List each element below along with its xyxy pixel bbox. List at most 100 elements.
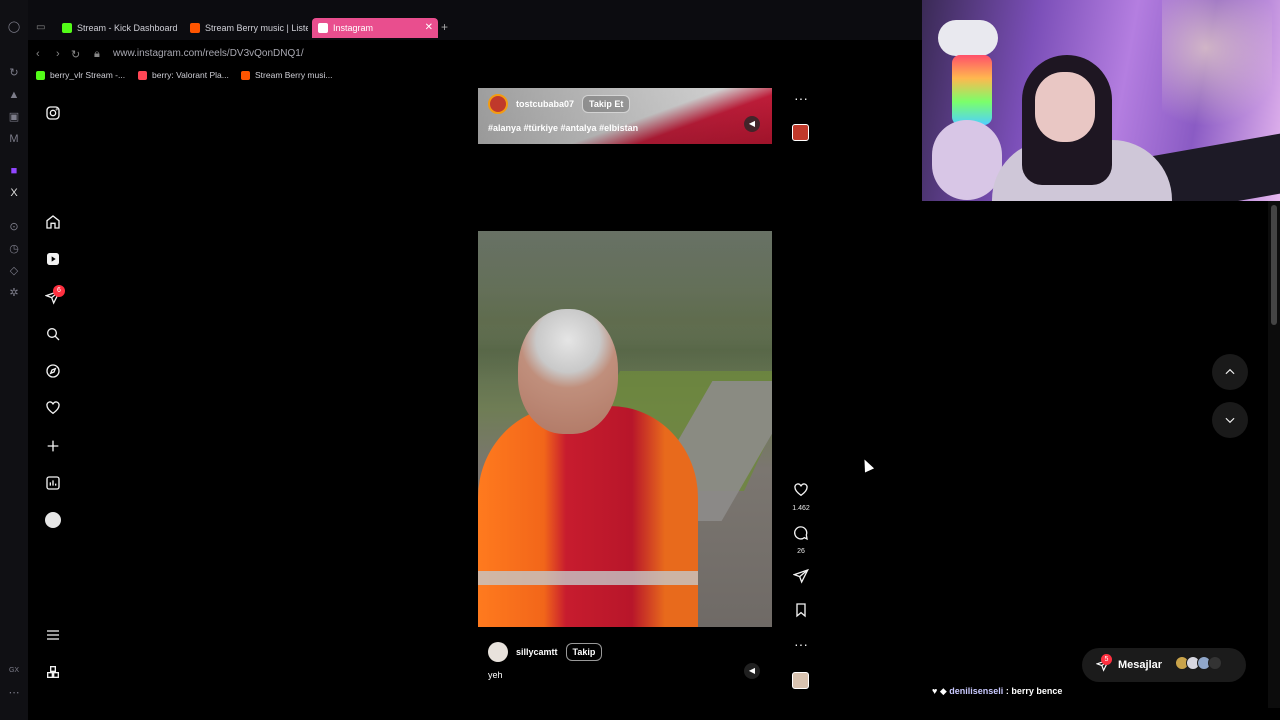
reel-current[interactable]: sillycamtt Takip yeh ◀ [478, 166, 772, 692]
tab-overview-icon[interactable]: ▭ [36, 22, 45, 33]
browser-sidebar: ◯ ↻ ▲ ▣ M ■ X ⊙ ◷ ◇ ✲ GX ⋯ [0, 0, 28, 720]
extension-icon[interactable]: ▲ [7, 88, 21, 102]
audio-thumbnail[interactable] [792, 672, 809, 689]
kick-icon [62, 23, 72, 33]
opera-logo-icon[interactable]: ◯ [7, 20, 21, 34]
chat-username: denilisenseli [949, 686, 1004, 696]
follow-button[interactable]: Takip Et [582, 95, 631, 113]
webcam-overlay [922, 0, 1280, 201]
more-dots-icon[interactable]: ⋯ [7, 686, 21, 700]
lamp-head [938, 20, 998, 56]
more-options-icon[interactable]: ··· [788, 636, 814, 654]
tab-label: Stream - Kick Dashboard [77, 23, 178, 33]
messages-label: Mesajlar [1118, 659, 1163, 671]
chevron-down-icon [1225, 417, 1235, 424]
more-options-icon[interactable]: ··· [788, 90, 814, 108]
profile-avatar[interactable] [44, 511, 62, 529]
author-username[interactable]: tostcubaba07 [516, 99, 574, 109]
heart-icon[interactable] [44, 399, 62, 417]
comment-button[interactable]: 26 [788, 525, 814, 555]
reels-icon[interactable] [44, 250, 62, 268]
share-icon [792, 568, 809, 584]
history-icon[interactable]: ↻ [7, 66, 21, 80]
close-tab-icon[interactable]: ✕ [425, 22, 433, 33]
streamer-face [1035, 72, 1095, 142]
fairy-lights [1162, 0, 1272, 160]
record-icon[interactable]: ⊙ [7, 220, 21, 234]
dashboard-icon[interactable] [44, 474, 62, 492]
x-twitter-icon[interactable]: X [7, 186, 21, 200]
reload-icon[interactable]: ↻ [71, 48, 80, 61]
bookmark-item[interactable]: berry_vlr Stream -... [36, 70, 125, 80]
notification-badge: 6 [53, 285, 65, 297]
bookmark-item[interactable]: Stream Berry musi... [241, 70, 332, 80]
tab-kick-dashboard[interactable]: Stream - Kick Dashboard [56, 18, 178, 38]
forward-icon[interactable]: › [56, 48, 60, 60]
m-app-icon[interactable]: M [7, 132, 21, 146]
player-icon[interactable]: ▣ [7, 110, 21, 124]
lock-icon: 🔒︎ [94, 48, 100, 60]
kick-icon [36, 70, 45, 80]
address-bar: ‹ › ↻ 🔒︎ www.instagram.com/reels/DV3vQon… [28, 40, 922, 66]
page-scrollbar[interactable] [1268, 201, 1280, 708]
tab-label: Instagram [333, 23, 374, 33]
home-icon[interactable] [44, 213, 62, 231]
url-field[interactable]: www.instagram.com/reels/DV3vQonDNQ1/ [113, 48, 304, 59]
chat-text: : berry bence [1005, 686, 1063, 696]
comment-icon [794, 526, 808, 541]
bag-icon[interactable]: ◇ [7, 264, 21, 278]
video-person-head [518, 309, 618, 434]
tab-label: Stream Berry music | Liste [205, 23, 308, 33]
tab-instagram[interactable]: Instagram ✕ [312, 18, 438, 38]
scrollbar-thumb[interactable] [1271, 205, 1277, 325]
next-reel-button[interactable] [1212, 402, 1248, 438]
author-avatar[interactable] [488, 94, 508, 114]
menu-icon[interactable] [44, 626, 62, 644]
reel-video[interactable] [478, 231, 772, 627]
reel-caption[interactable]: #alanya #türkiye #antalya #elbistan [488, 123, 638, 133]
chat-badges: ♥ ◆ [932, 686, 950, 696]
bookmark-label: berry: Valorant Pla... [152, 70, 229, 80]
mute-icon[interactable]: ◀ [744, 663, 760, 679]
stream-chat-message: ♥ ◆ denilisenseli : berry bence [932, 686, 1062, 697]
tab-berry-music[interactable]: Stream Berry music | Liste [184, 18, 308, 38]
reel-author: sillycamtt Takip [488, 642, 603, 662]
plush-bear [932, 120, 1002, 200]
soundcloud-icon [190, 23, 200, 33]
heart-icon [794, 483, 808, 497]
messages-badge: 5 [1101, 654, 1112, 665]
like-button[interactable]: 1.462 [788, 482, 814, 512]
bookmarks-bar: berry_vlr Stream -... berry: Valorant Pl… [28, 66, 922, 88]
back-icon[interactable]: ‹ [36, 48, 40, 60]
reel-previous[interactable]: tostcubaba07 Takip Et #alanya #türkiye #… [478, 88, 772, 144]
apps-icon[interactable] [44, 663, 62, 681]
instagram-logo-icon[interactable] [44, 104, 62, 122]
audio-thumbnail[interactable] [792, 124, 809, 141]
settings-gear-icon[interactable]: ✲ [7, 286, 21, 300]
bookmark-label: Stream Berry musi... [255, 70, 333, 80]
video-reflective-stripe [478, 571, 698, 585]
gx-icon[interactable]: GX [7, 664, 21, 678]
twitch-icon[interactable]: ■ [7, 164, 21, 178]
bookmark-icon [796, 603, 806, 618]
author-username[interactable]: sillycamtt [516, 647, 558, 657]
search-icon[interactable] [44, 325, 62, 343]
soundcloud-icon [241, 70, 250, 80]
reel-caption[interactable]: yeh [488, 670, 503, 680]
like-count: 1.462 [792, 505, 810, 512]
clock-icon[interactable]: ◷ [7, 242, 21, 256]
explore-icon[interactable] [44, 362, 62, 380]
instagram-icon [318, 23, 328, 33]
previous-reel-button[interactable] [1212, 354, 1248, 390]
bookmark-item[interactable]: berry: Valorant Pla... [138, 70, 229, 80]
save-button[interactable] [788, 602, 814, 623]
mute-icon[interactable]: ◀ [744, 116, 760, 132]
video-jacket [478, 406, 698, 627]
avatar [1208, 656, 1222, 670]
follow-button[interactable]: Takip [565, 643, 603, 661]
create-icon[interactable] [44, 437, 62, 455]
comment-count: 26 [797, 548, 805, 555]
share-button[interactable] [788, 568, 814, 589]
new-tab-button[interactable]: + [441, 20, 448, 34]
author-avatar[interactable] [488, 642, 508, 662]
